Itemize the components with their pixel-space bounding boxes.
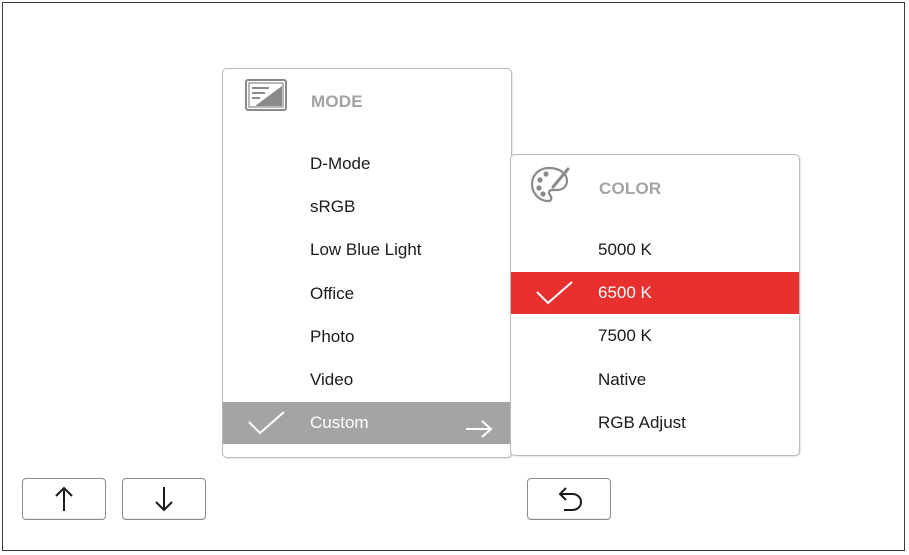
- mode-item-label: sRGB: [310, 197, 356, 216]
- down-button[interactable]: [122, 478, 206, 520]
- mode-item-label: Photo: [310, 327, 355, 346]
- mode-menu-header: MODE: [223, 69, 511, 133]
- mode-item-srgb[interactable]: sRGB: [223, 186, 511, 228]
- mode-item-label: D-Mode: [310, 154, 371, 173]
- color-item-7500k[interactable]: 7500 K: [511, 315, 799, 357]
- right-arrow-icon: [465, 413, 493, 455]
- mode-item-d-mode[interactable]: D-Mode: [223, 143, 511, 185]
- color-item-label: RGB Adjust: [598, 413, 686, 432]
- mode-item-custom[interactable]: Custom: [223, 402, 511, 444]
- back-button[interactable]: [527, 478, 611, 520]
- color-item-rgb-adjust[interactable]: RGB Adjust: [511, 402, 799, 444]
- color-item-5000k[interactable]: 5000 K: [511, 229, 799, 271]
- mode-item-label: Video: [310, 370, 354, 389]
- color-item-label: Native: [598, 370, 647, 389]
- mode-icon: [245, 79, 287, 116]
- mode-item-label: Custom: [310, 413, 369, 432]
- color-item-label: 7500 K: [598, 326, 652, 345]
- mode-item-office[interactable]: Office: [223, 273, 511, 315]
- color-menu-panel: COLOR 5000 K 6500 K 7500 K Native RGB Ad…: [510, 154, 800, 456]
- color-item-6500k[interactable]: 6500 K: [511, 272, 799, 314]
- color-item-label: 5000 K: [598, 240, 652, 259]
- color-menu-title: COLOR: [599, 179, 662, 198]
- mode-menu-title: MODE: [311, 92, 363, 111]
- up-button[interactable]: [22, 478, 106, 520]
- mode-item-video[interactable]: Video: [223, 359, 511, 401]
- color-item-label: 6500 K: [598, 283, 652, 302]
- mode-item-low-blue-light[interactable]: Low Blue Light: [223, 229, 511, 271]
- checkmark-icon: [247, 410, 287, 452]
- color-menu-header: COLOR: [511, 155, 799, 219]
- mode-item-photo[interactable]: Photo: [223, 316, 511, 358]
- mode-menu-panel: MODE D-Mode sRGB Low Blue Light Office P…: [222, 68, 512, 458]
- mode-item-label: Low Blue Light: [310, 240, 422, 259]
- mode-item-label: Office: [310, 284, 355, 303]
- palette-icon: [529, 165, 571, 210]
- color-item-native[interactable]: Native: [511, 359, 799, 401]
